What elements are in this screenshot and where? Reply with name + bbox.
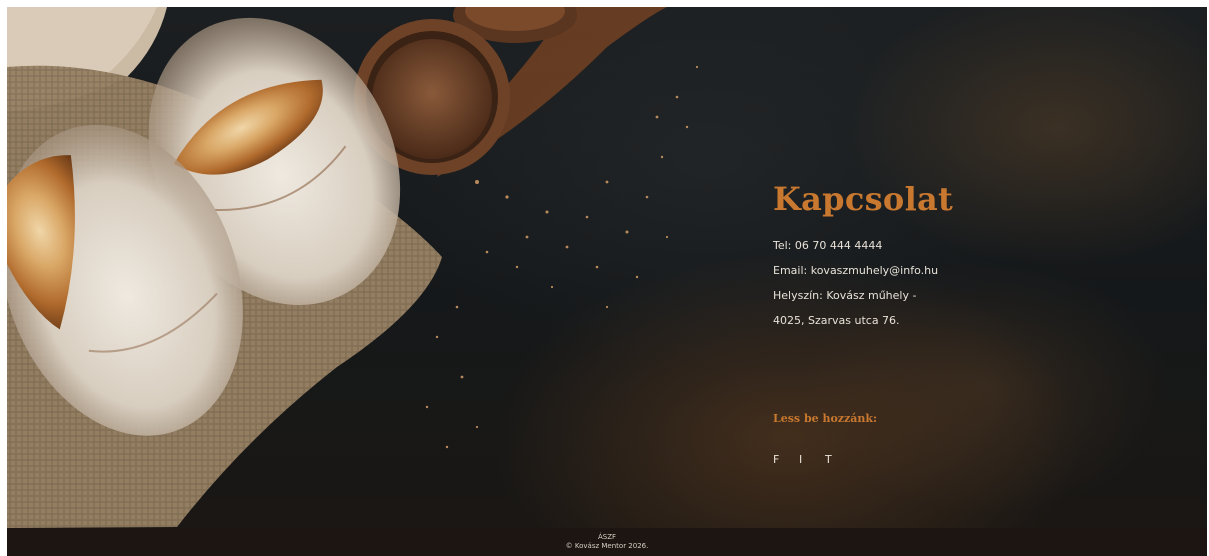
social-title: Less be hozzánk: (773, 412, 878, 425)
contact-phone: Tel: 06 70 444 4444 (773, 239, 883, 252)
twitter-icon[interactable]: T (825, 453, 851, 466)
contact-title: Kapcsolat (773, 180, 954, 218)
contact-location-line1: Helyszín: Kovász műhely - (773, 289, 917, 302)
site-footer: ÁSZF © Kovász Mentor 2026. (7, 528, 1207, 556)
contact-location-line2: 4025, Szarvas utca 76. (773, 314, 900, 327)
social-links: F I T (773, 453, 851, 466)
facebook-icon[interactable]: F (773, 453, 799, 466)
contact-section: Kapcsolat Tel: 06 70 444 4444 Email: kov… (773, 179, 1093, 333)
copyright-text: © Kovász Mentor 2026. (565, 542, 649, 550)
terms-link[interactable]: ÁSZF (7, 528, 1207, 542)
instagram-icon[interactable]: I (799, 453, 825, 466)
contact-hero: Kapcsolat Tel: 06 70 444 4444 Email: kov… (7, 7, 1207, 528)
page: Kapcsolat Tel: 06 70 444 4444 Email: kov… (7, 7, 1207, 556)
contact-email: Email: kovaszmuhely@info.hu (773, 264, 939, 277)
